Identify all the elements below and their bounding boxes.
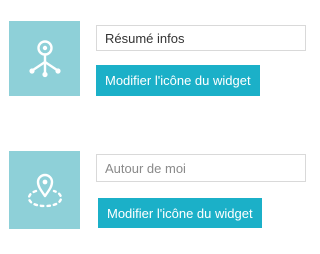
change-widget-icon-button[interactable]: Modifier l'icône du widget [98,198,262,228]
widget-name-input[interactable] [96,154,306,182]
widget-row-autour-de-moi: Modifier l'icône du widget [9,151,306,231]
widget-icon-tile[interactable] [9,151,80,229]
widget-row-resume-infos: Modifier l'icône du widget [9,21,306,101]
change-widget-icon-button[interactable]: Modifier l'icône du widget [96,65,260,96]
widget-icon-tile[interactable] [9,21,80,96]
widget-name-input[interactable] [96,25,306,51]
pin-radius-icon [27,173,62,208]
pin-network-icon [28,39,61,77]
